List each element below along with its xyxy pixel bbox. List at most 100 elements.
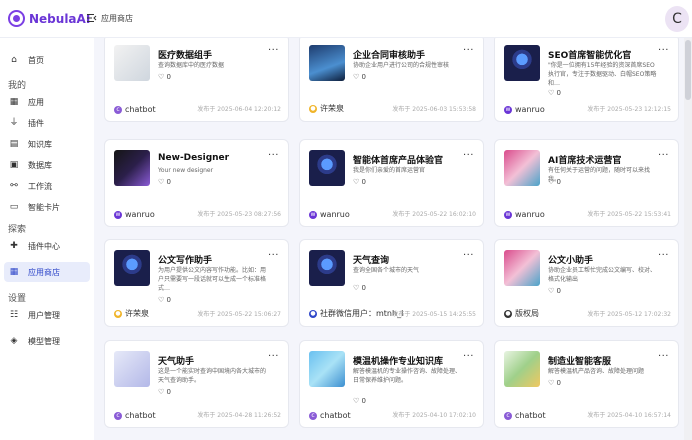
like-count[interactable]: ♡ 0: [158, 388, 171, 396]
avatar[interactable]: C: [665, 6, 689, 32]
like-count[interactable]: ♡ 0: [548, 89, 561, 97]
vertical-scrollbar[interactable]: [684, 38, 692, 440]
author: w wanruo: [309, 210, 350, 219]
more-options-button[interactable]: ···: [658, 150, 669, 161]
like-count[interactable]: ♡ 0: [353, 73, 366, 81]
like-count[interactable]: ♡ 0: [158, 73, 171, 81]
sidebar-item-label: 应用: [28, 97, 44, 107]
sidebar-item-smart-cards[interactable]: ▭ 智能卡片: [4, 197, 90, 217]
app-card[interactable]: 模温机操作专业知识库 解答模温机的专业操作咨询、故障处理、日常保养维护问题。 ♡…: [299, 340, 484, 428]
sidebar-item-workflow[interactable]: ⚯ 工作流: [4, 176, 90, 196]
sidebar-item-database[interactable]: ▣ 数据库: [4, 155, 90, 175]
sidebar-item-model-management[interactable]: ◈ 模型管理: [4, 331, 90, 351]
sidebar-group-settings: 设置: [8, 294, 27, 304]
app-title: 天气助手: [158, 357, 195, 367]
app-card[interactable]: 制造业智能客服 解答模温机产品咨询、故障处理问题 ♡ 0 ··· c chatbo…: [494, 340, 679, 428]
app-title: 企业合同审核助手: [353, 51, 426, 61]
like-number: 0: [166, 178, 171, 186]
author-name: wanruo: [125, 210, 155, 219]
like-count[interactable]: ♡ 0: [548, 379, 561, 387]
logo[interactable]: NebulaAI: [8, 10, 90, 27]
like-number: 0: [556, 379, 561, 387]
like-count[interactable]: ♡ 0: [548, 287, 561, 295]
app-thumbnail: [114, 45, 150, 81]
sidebar-item-label: 知识库: [28, 139, 52, 149]
more-options-button[interactable]: ···: [463, 45, 474, 56]
like-number: 0: [556, 89, 561, 97]
like-count[interactable]: ♡ 0: [353, 178, 366, 186]
grid-icon: ▦: [9, 97, 19, 107]
author: c chatbot: [504, 411, 546, 420]
publish-date: 发布于 2025-04-28 11:26:52: [197, 412, 281, 419]
like-number: 0: [556, 178, 561, 186]
author-icon: w: [309, 210, 317, 219]
sidebar-item-apps[interactable]: ▦ 应用: [4, 92, 90, 112]
app-card[interactable]: 企业合同审核助手 协助企业用户进行公司的合规性审核 ♡ 0 ··· ● 许荣泉 发…: [299, 38, 484, 122]
app-description: 我是你们亲爱的首席运营官: [353, 167, 426, 174]
app-card[interactable]: 医疗数据组手 查询数据库中的医疗数据 ♡ 0 ··· c chatbot 发布于 …: [104, 38, 289, 122]
app-card[interactable]: 天气查询 查询全国各个城市的天气 ♡ 0 ··· ● 社群微信用户：mtnh_l …: [299, 239, 484, 327]
author-name: wanruo: [515, 105, 545, 114]
workflow-icon: ⚯: [10, 181, 18, 191]
sidebar-item-knowledge[interactable]: ▤ 知识库: [4, 134, 90, 154]
collapse-menu-icon[interactable]: [87, 13, 97, 23]
sidebar-item-plugin-center[interactable]: ✚ 插件中心: [4, 236, 90, 256]
app-card[interactable]: 天气助手 这是一个能实时查询中国境内各大城市的天气查询助手。 ♡ 0 ··· c…: [104, 340, 289, 428]
app-thumbnail: [114, 250, 150, 286]
like-count[interactable]: ♡ 0: [548, 178, 561, 186]
app-card[interactable]: SEO首席智能优化官 "你是一位拥有15年经验的资深首席SEO执行官，专注于数据…: [494, 38, 679, 122]
app-card[interactable]: 公文小助手 协助企业员工帮忙完成公文编写、校对、格式化输出 ♡ 0 ··· ● 版…: [494, 239, 679, 327]
author-icon: c: [504, 411, 512, 420]
app-description: 有任何关于运营的问题，随时可以来找我。: [548, 167, 651, 183]
app-thumbnail: [114, 351, 150, 387]
app-thumbnail: [309, 150, 345, 186]
app-thumbnail: [309, 351, 345, 387]
sidebar-item-label: 工作流: [28, 181, 52, 191]
more-options-button[interactable]: ···: [658, 351, 669, 362]
sidebar-item-label: 用户管理: [28, 310, 60, 320]
like-number: 0: [361, 178, 366, 186]
like-number: 0: [361, 284, 366, 292]
app-card[interactable]: AI首席技术运营官 有任何关于运营的问题，随时可以来找我。 ♡ 0 ··· ww…: [494, 139, 679, 227]
app-card[interactable]: New-Designer Your new designer ♡ 0 ··· w…: [104, 139, 289, 227]
like-count[interactable]: ♡ 0: [158, 296, 171, 304]
more-options-button[interactable]: ···: [658, 45, 669, 56]
more-options-button[interactable]: ···: [658, 250, 669, 261]
app-description: 查询数据库中的医疗数据: [158, 62, 225, 69]
app-title: AI首席技术运营官: [548, 156, 622, 166]
like-count[interactable]: ♡ 0: [353, 284, 366, 292]
users-icon: ☷: [9, 310, 19, 320]
like-count[interactable]: ♡ 0: [353, 397, 366, 405]
author-name: chatbot: [125, 105, 156, 114]
sidebar: ⌂ 首页 我的 ▦ 应用 ⏚ 插件 ▤ 知识库 ▣ 数据库 ⚯ 工作流 ▭ 智能…: [0, 38, 94, 440]
sidebar-item-user-management[interactable]: ☷ 用户管理: [4, 305, 90, 325]
author-icon: w: [114, 210, 122, 219]
author-icon: c: [114, 105, 122, 114]
sidebar-item-app-store[interactable]: ▦ 应用商店: [4, 262, 90, 282]
like-count[interactable]: ♡ 0: [158, 178, 171, 186]
breadcrumb: 应用商店: [101, 14, 133, 23]
more-options-button[interactable]: ···: [268, 250, 279, 261]
sidebar-item-home[interactable]: ⌂ 首页: [4, 50, 90, 70]
like-number: 0: [166, 296, 171, 304]
publish-date: 发布于 2025-06-03 15:53:58: [392, 106, 476, 113]
app-card[interactable]: 公文写作助手 为用户提供公文内容写作功能。比如：用户只需要写一段话就可以生成一个…: [104, 239, 289, 327]
scrollbar-thumb[interactable]: [685, 40, 691, 100]
more-options-button[interactable]: ···: [463, 351, 474, 362]
more-options-button[interactable]: ···: [268, 45, 279, 56]
app-store-grid: 医疗数据组手 查询数据库中的医疗数据 ♡ 0 ··· c chatbot 发布于 …: [94, 38, 684, 440]
more-options-button[interactable]: ···: [463, 150, 474, 161]
author: w wanruo: [504, 105, 545, 114]
app-card[interactable]: 智能体首席产品体验官 我是你们亲爱的首席运营官 ♡ 0 ··· w wanruo …: [299, 139, 484, 227]
more-options-button[interactable]: ···: [268, 351, 279, 362]
sidebar-item-label: 首页: [28, 55, 44, 65]
more-options-button[interactable]: ···: [463, 250, 474, 261]
like-number: 0: [361, 73, 366, 81]
author-name: 许荣泉: [320, 104, 344, 113]
author: c chatbot: [114, 105, 156, 114]
sidebar-item-plugins[interactable]: ⏚ 插件: [4, 113, 90, 133]
publish-date: 发布于 2025-05-22 15:06:27: [197, 311, 281, 318]
author: w wanruo: [504, 210, 545, 219]
more-options-button[interactable]: ···: [268, 150, 279, 161]
author: ● 社群微信用户：mtnh_l: [309, 308, 403, 319]
